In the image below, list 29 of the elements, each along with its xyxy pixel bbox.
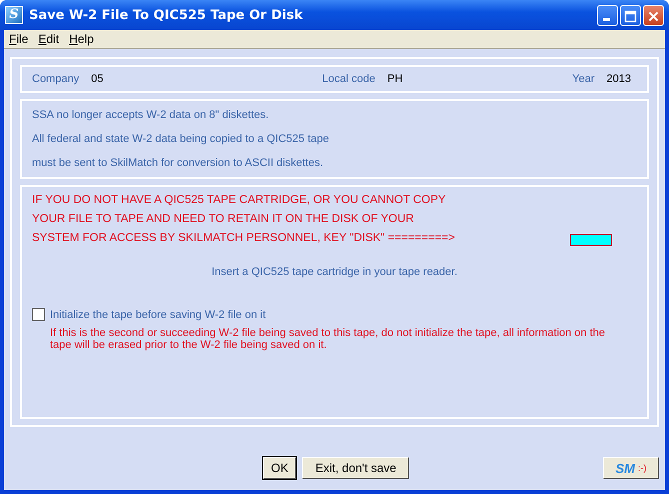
field-value: 2013 — [606, 73, 631, 85]
checkbox-label: Initialize the tape before saving W-2 file on it — [50, 308, 266, 320]
field-value: 05 — [91, 73, 104, 85]
checkbox[interactable] — [32, 308, 45, 321]
field-value: PH — [387, 73, 403, 85]
info-text: All federal and state W-2 data being copied to a QIC525 tape — [32, 132, 330, 147]
menu-item[interactable]: Help — [64, 32, 99, 46]
window-title: Save W-2 File To QIC525 Tape Or Disk — [29, 8, 304, 22]
menu-item[interactable]: File — [4, 32, 34, 46]
info-text: must be sent to SkilMatch for conversion to ASCII diskettes. — [32, 156, 324, 171]
app-icon: S — [5, 6, 23, 24]
field-label: Local code — [322, 73, 376, 85]
warning-text: SYSTEM FOR ACCESS BY SKILMATCH PERSONNEL, KEY "DISK" =========> — [32, 231, 455, 246]
warning-note: If this is the second or succeeding W-2 file being saved to this tape, do not initialize the tape, all information on the tape will be erased prior to the W-2 file being saved on it. — [50, 327, 606, 351]
ok-button[interactable]: OK — [263, 457, 296, 479]
maximize-button[interactable] — [620, 4, 641, 26]
minimize-icon — [603, 18, 610, 20]
instruction-text: Insert a QIC525 tape cartridge in your tape reader. — [210, 266, 458, 278]
field-label: Year — [572, 73, 595, 85]
logo-button[interactable]: SM :-) — [603, 457, 659, 479]
exit-button[interactable]: Exit, don't save — [302, 457, 410, 479]
info-text: SSA no longer accepts W-2 data on 8" diskettes. — [32, 108, 270, 123]
close-button[interactable] — [643, 4, 664, 26]
menu-item[interactable]: Edit — [33, 32, 64, 46]
minimize-button[interactable] — [597, 4, 618, 26]
warning-text: IF YOU DO NOT HAVE A QIC525 TAPE CARTRIDGE, OR YOU CANNOT COPY — [32, 193, 447, 208]
disk-input-field[interactable] — [570, 234, 612, 246]
warning-text: YOUR FILE TO TAPE AND NEED TO RETAIN IT ON THE DISK OF YOUR — [32, 212, 415, 227]
field-label: Company — [32, 73, 80, 85]
